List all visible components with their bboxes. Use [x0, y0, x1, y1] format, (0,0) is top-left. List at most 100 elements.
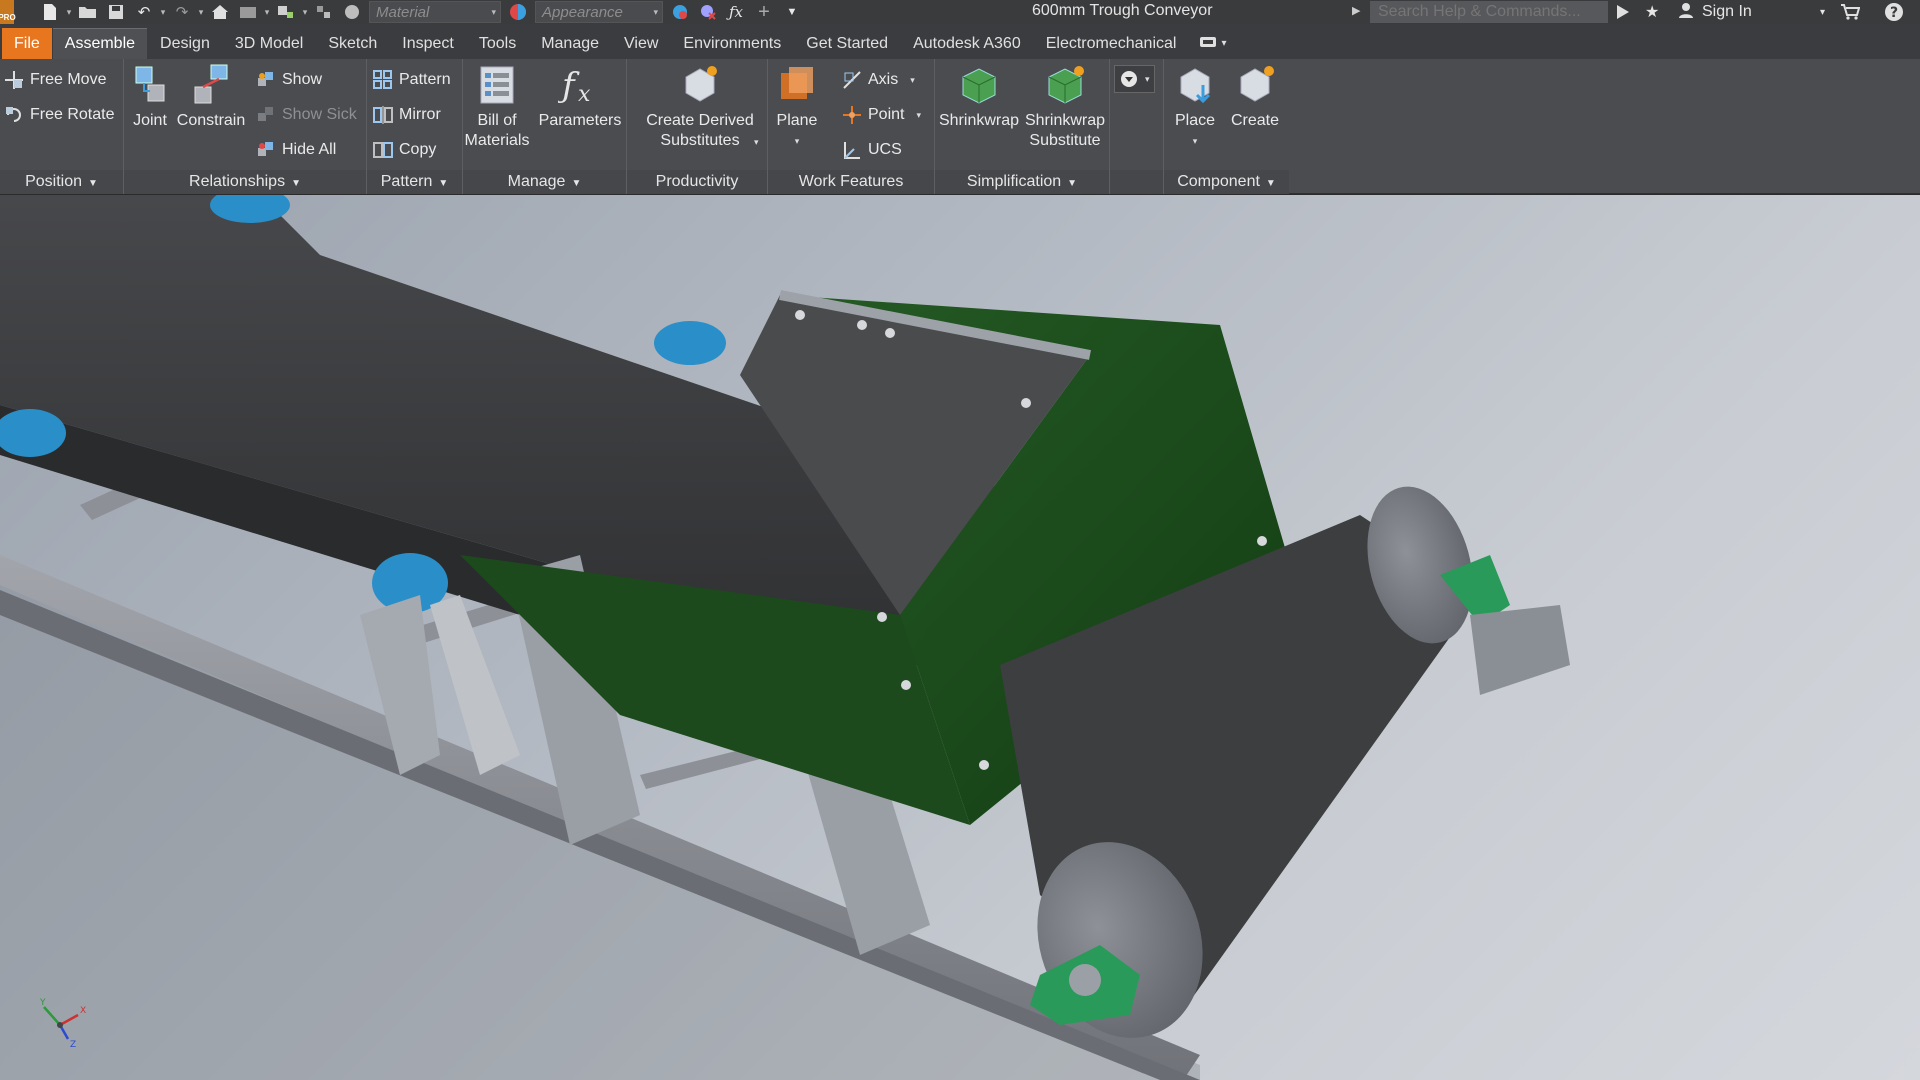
favorites-star-icon[interactable]: ★	[1645, 0, 1659, 24]
communication-center-icon[interactable]	[1614, 0, 1632, 24]
free-move-label: Free Move	[30, 71, 107, 88]
save-icon[interactable]	[105, 2, 127, 22]
tab-label: Autodesk A360	[913, 34, 1021, 52]
appearance-sphere-icon[interactable]	[507, 2, 529, 22]
create-derived-substitutes-button[interactable]: Create Derived Substitutes	[641, 63, 759, 151]
bill-of-materials-button[interactable]: Bill of Materials	[465, 63, 529, 151]
panel-pattern-title[interactable]: Pattern ▼	[367, 170, 462, 194]
tab-electromechanical[interactable]: Electromechanical	[1034, 28, 1189, 59]
tab-label: Sketch	[328, 34, 378, 52]
show-sick-button[interactable]: Show Sick	[256, 102, 357, 128]
search-input[interactable]	[1370, 1, 1608, 23]
new-dropdown-icon[interactable]: ▾	[64, 7, 74, 18]
cart-icon[interactable]	[1840, 0, 1860, 24]
tab-assemble[interactable]: Assemble	[52, 28, 148, 59]
point-button[interactable]: Point ▾	[842, 102, 921, 128]
plane-button[interactable]: Plane ▾	[772, 63, 822, 151]
select-dropdown-icon[interactable]: ▾	[300, 7, 310, 18]
tab-label: Manage	[541, 34, 600, 52]
panel-selection-filter: ▾	[1110, 59, 1164, 194]
add-icon[interactable]: +	[753, 1, 775, 23]
parameters-button[interactable]: ƒx Parameters	[538, 63, 622, 131]
select-icon[interactable]	[275, 2, 297, 22]
fx-icon[interactable]: ƒx	[725, 2, 747, 22]
home-icon[interactable]	[209, 2, 231, 22]
panel-position-title[interactable]: Position ▼	[0, 170, 123, 194]
pattern-button[interactable]: Pattern	[373, 67, 451, 93]
show-button[interactable]: Show	[256, 67, 322, 93]
tab-sketch[interactable]: Sketch	[316, 28, 389, 59]
constrain-button[interactable]: Constrain	[176, 63, 246, 131]
new-file-icon[interactable]	[39, 2, 61, 22]
undo-icon[interactable]: ↶	[133, 2, 155, 22]
create-component-button[interactable]: Create	[1228, 63, 1282, 131]
free-rotate-button[interactable]: Free Rotate	[4, 102, 114, 128]
triad-z-label: Z	[70, 1040, 76, 1050]
panel-manage-title[interactable]: Manage ▼	[463, 170, 626, 194]
axis-button[interactable]: Axis ▾	[842, 67, 915, 93]
ribbon-minimize-icon	[1199, 36, 1217, 51]
parameters-label: Parameters	[538, 112, 622, 129]
selection-filter-dropdown-icon: ▾	[1145, 73, 1150, 84]
open-folder-icon[interactable]	[77, 2, 99, 22]
take-up-bracket[interactable]	[1470, 605, 1570, 695]
tab-tools[interactable]: Tools	[467, 28, 528, 59]
mirror-button[interactable]: Mirror	[373, 102, 441, 128]
adjust-appearance-icon[interactable]	[669, 2, 691, 22]
constrain-label: Constrain	[176, 112, 246, 129]
material-combo[interactable]: Material ▾	[369, 1, 501, 23]
search-expand-icon[interactable]: ▶	[1352, 4, 1360, 17]
clear-appearance-icon[interactable]	[697, 2, 719, 22]
update-icon[interactable]	[237, 2, 259, 22]
tab-view[interactable]: View	[612, 28, 670, 59]
bolt	[901, 680, 911, 690]
group-icon[interactable]	[313, 2, 335, 22]
ucs-button[interactable]: UCS	[842, 137, 902, 163]
update-dropdown-icon[interactable]: ▾	[262, 7, 272, 18]
tab-design[interactable]: Design	[148, 28, 222, 59]
selection-filter-dropdown[interactable]: ▾	[1114, 65, 1155, 93]
axis-icon	[842, 70, 862, 90]
customize-dropdown-icon[interactable]: ▼	[781, 2, 803, 22]
tab-label: Environments	[683, 34, 782, 52]
help-icon[interactable]: ?	[1884, 0, 1904, 24]
hide-all-button[interactable]: Hide All	[256, 137, 336, 163]
parameters-fx-icon: ƒx	[558, 63, 602, 107]
conveyor-3d-model[interactable]	[0, 195, 1920, 1080]
panel-component-title[interactable]: Component ▼	[1164, 170, 1289, 194]
shrinkwrap-substitute-button[interactable]: Shrinkwrap Substitute	[1025, 63, 1105, 151]
account-dropdown-icon[interactable]: ▾	[1820, 0, 1825, 24]
pattern-label: Pattern	[399, 71, 451, 88]
copy-button[interactable]: Copy	[373, 137, 436, 163]
tab-3d-model[interactable]: 3D Model	[223, 28, 315, 59]
tab-file[interactable]: File	[2, 28, 52, 59]
tab-environments[interactable]: Environments	[671, 28, 793, 59]
place-button[interactable]: Place ▾	[1170, 63, 1220, 151]
tab-get-started[interactable]: Get Started	[794, 28, 900, 59]
tab-autodesk-a360[interactable]: Autodesk A360	[901, 28, 1033, 59]
undo-dropdown-icon[interactable]: ▾	[158, 7, 168, 18]
ribbon-display-toggle[interactable]: ▾	[1189, 28, 1236, 59]
tab-label: 3D Model	[234, 34, 304, 52]
svg-text:x: x	[578, 82, 591, 107]
panel-component: Place ▾ Create Component ▼	[1164, 59, 1289, 194]
triad-y-axis	[43, 1006, 61, 1026]
project-icon[interactable]	[341, 2, 363, 22]
create-derived-dropdown-icon[interactable]: ▾	[754, 137, 759, 148]
redo-dropdown-icon[interactable]: ▾	[196, 7, 206, 18]
joint-button[interactable]: Joint	[130, 63, 170, 131]
tab-inspect[interactable]: Inspect	[390, 28, 466, 59]
idler-roller[interactable]	[654, 321, 726, 365]
redo-icon[interactable]: ↷	[171, 2, 193, 22]
panel-simplification-title[interactable]: Simplification ▼	[935, 170, 1109, 194]
free-move-button[interactable]: Free Move	[4, 67, 106, 93]
free-rotate-icon	[4, 105, 24, 125]
point-label: Point	[868, 106, 905, 123]
graphics-viewport[interactable]: Y X Z	[0, 195, 1920, 1080]
view-triad[interactable]: Y X Z	[30, 995, 90, 1055]
appearance-combo[interactable]: Appearance ▾	[535, 1, 663, 23]
panel-relationships-title[interactable]: Relationships ▼	[124, 170, 366, 194]
tab-manage[interactable]: Manage	[529, 28, 611, 59]
sign-in-button[interactable]: Sign In	[1678, 0, 1752, 24]
shrinkwrap-button[interactable]: Shrinkwrap	[939, 63, 1019, 131]
